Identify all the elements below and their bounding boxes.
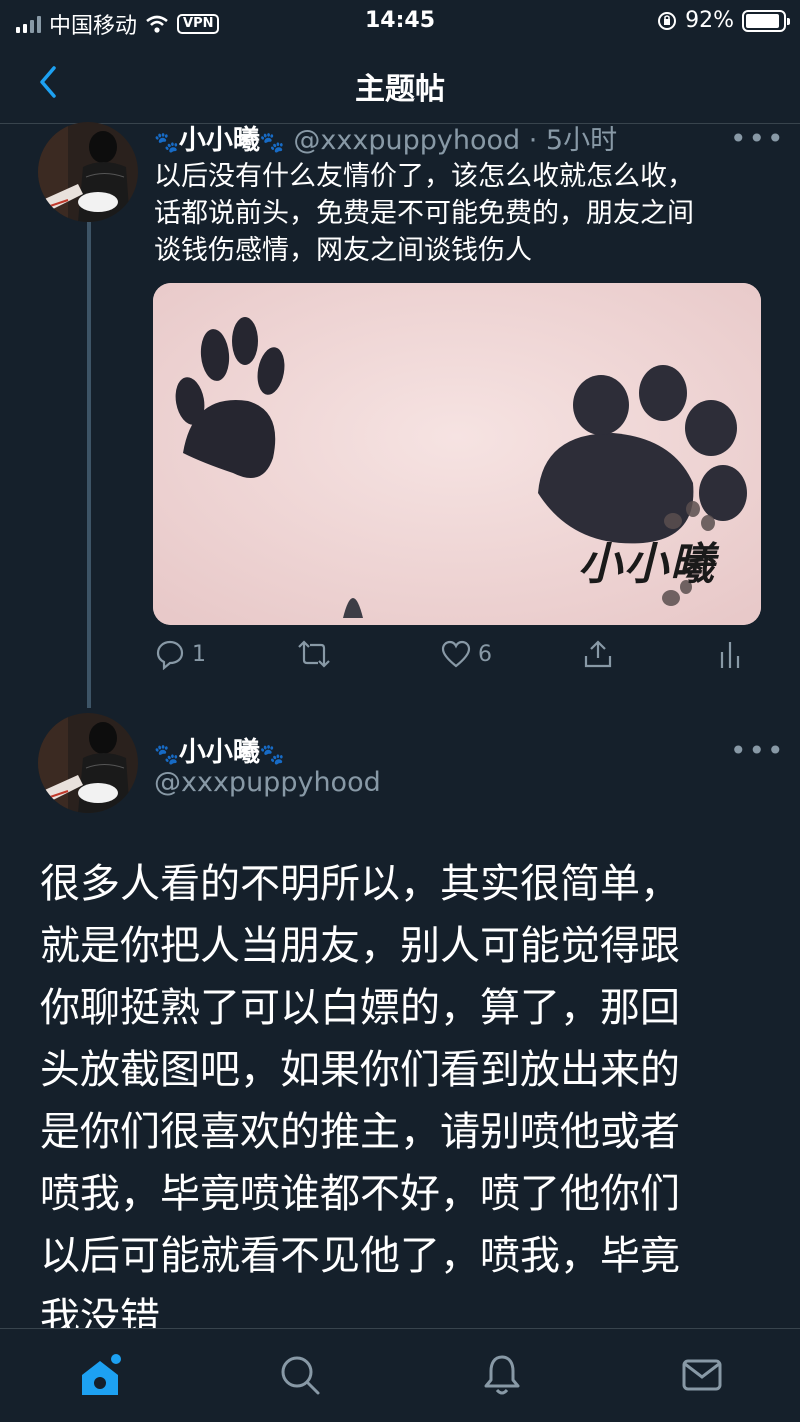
page-title: 主题帖	[355, 72, 445, 107]
battery-icon	[742, 9, 790, 32]
display-name[interactable]: 小小曦	[179, 737, 260, 768]
paw-icon: 🐾	[259, 742, 285, 766]
more-options-button[interactable]: •••	[730, 734, 786, 767]
tweet-image[interactable]: 小小曦	[153, 283, 761, 625]
separator-dot: ·	[528, 125, 538, 156]
tab-messages[interactable]	[680, 1353, 724, 1397]
user-handle[interactable]: @xxxpuppyhood	[293, 125, 520, 156]
nav-bar: 主题帖	[0, 44, 800, 124]
tweet-text-line: 是你们很喜欢的推主，请别喷他或者	[40, 1109, 680, 1155]
battery-percent: 92%	[685, 8, 734, 33]
avatar[interactable]	[38, 122, 138, 222]
search-icon	[281, 1356, 320, 1395]
like-count: 6	[478, 641, 492, 667]
display-name-row: 🐾小小曦🐾	[154, 730, 285, 769]
tab-search[interactable]	[278, 1353, 322, 1397]
retweet-icon	[298, 640, 330, 668]
paw-icon: 🐾	[154, 742, 179, 766]
analytics-button[interactable]	[718, 638, 742, 670]
tweet-actions: 1 6	[154, 638, 754, 678]
bottom-tab-bar	[0, 1328, 800, 1422]
share-icon	[584, 640, 612, 668]
paw-icon: 🐾	[154, 130, 179, 154]
mail-icon	[682, 1359, 722, 1391]
retweet-button[interactable]	[296, 638, 332, 670]
tweet-text-line: 你聊挺熟了可以白嫖的，算了，那回	[40, 985, 680, 1031]
display-name[interactable]: 小小曦	[179, 125, 260, 156]
orientation-lock-icon	[658, 11, 677, 30]
status-bar: 中国移动 VPN 14:45 92%	[0, 0, 800, 44]
tweet-text-line: 就是你把人当朋友，别人可能觉得跟	[40, 923, 680, 969]
tweet-text-line: 以后没有什么友情价了，该怎么收就怎么收，	[154, 161, 694, 192]
tweet-text-line: 谈钱伤感情，网友之间谈钱伤人	[154, 235, 532, 266]
paw-icon: 🐾	[259, 130, 285, 154]
tab-notifications[interactable]	[480, 1353, 524, 1397]
home-icon	[82, 1354, 121, 1395]
tab-home[interactable]	[78, 1353, 122, 1397]
like-button[interactable]: 6	[440, 638, 492, 670]
share-button[interactable]	[582, 638, 614, 670]
analytics-icon	[720, 642, 740, 668]
tweet-text-line: 话都说前头，免费是不可能免费的，朋友之间	[154, 198, 694, 229]
tweet-header: 🐾小小曦🐾 @xxxpuppyhood · 5小时	[154, 118, 617, 157]
tweet-text: 以后没有什么友情价了，该怎么收就怎么收， 话都说前头，免费是不可能免费的，朋友之…	[154, 158, 774, 269]
reply-count: 1	[192, 641, 206, 667]
tweet-text-line: 以后可能就看不见他了，喷我，毕竟	[40, 1233, 680, 1279]
tweet-text-line: 头放截图吧，如果你们看到放出来的	[40, 1047, 680, 1093]
thread-connector	[87, 222, 91, 708]
tweet-text-line: 很多人看的不明所以，其实很简单，	[40, 861, 680, 907]
user-handle[interactable]: @xxxpuppyhood	[154, 767, 381, 798]
focused-tweet-text: 很多人看的不明所以，其实很简单， 就是你把人当朋友，别人可能觉得跟 你聊挺熟了可…	[40, 853, 760, 1349]
heart-icon	[441, 640, 471, 668]
tweet-text-line: 喷我，毕竟喷谁都不好，喷了他你们	[40, 1171, 680, 1217]
bell-icon	[484, 1355, 520, 1395]
tweet-time: 5小时	[545, 125, 618, 156]
more-options-button[interactable]: •••	[730, 122, 786, 155]
reply-button[interactable]: 1	[154, 638, 206, 670]
image-watermark: 小小曦	[578, 539, 716, 590]
status-right: 92%	[657, 8, 790, 33]
avatar[interactable]	[38, 713, 138, 813]
reply-icon	[156, 640, 184, 670]
